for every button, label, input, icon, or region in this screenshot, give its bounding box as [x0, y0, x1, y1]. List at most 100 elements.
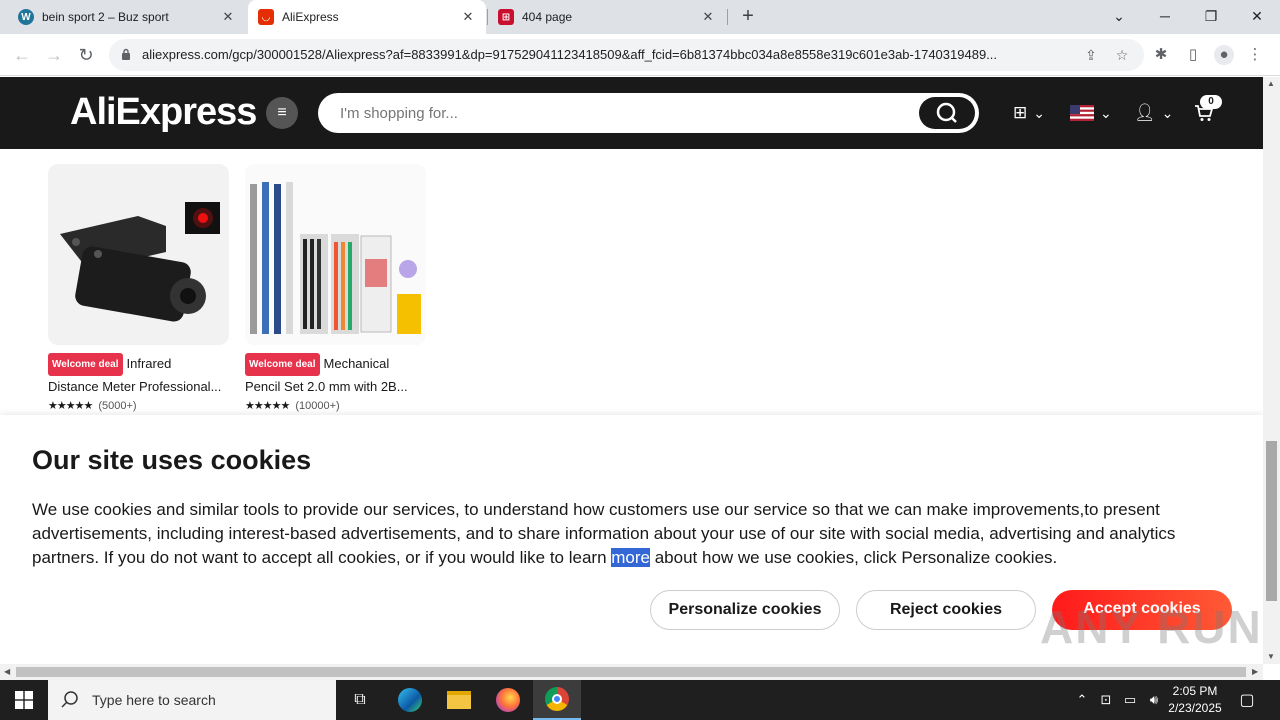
- product-image[interactable]: [245, 164, 426, 345]
- aliexpress-icon: ◡: [258, 9, 274, 25]
- product-rating: ★★★★★ (10000+): [245, 399, 426, 412]
- clock[interactable]: 2:05 PM 2/23/2025: [1162, 683, 1228, 717]
- taskbar-search-placeholder: Type here to search: [92, 692, 216, 708]
- site-header: AliExpress ≡ ⊞ ⌄ ⌄ 👤︎ ⌄ 0: [0, 77, 1263, 149]
- start-button[interactable]: [0, 680, 48, 720]
- tab-search-icon[interactable]: ⌄: [1096, 0, 1142, 32]
- anyrun-watermark: ANY RUN: [1040, 601, 1263, 653]
- star-rating-icon: ★★★★★: [48, 400, 93, 412]
- windows-taskbar: Type here to search ⧉ ⌃ ⊡ ▭ 🔊︎ 2:05 PM 2…: [0, 680, 1280, 720]
- scrollbar-thumb[interactable]: [1266, 441, 1277, 601]
- taskbar-search-box[interactable]: Type here to search: [48, 680, 336, 720]
- display-icon[interactable]: ▭: [1120, 692, 1140, 708]
- search-icon: [61, 691, 78, 708]
- firefox-icon: [496, 688, 520, 712]
- edge-app[interactable]: [386, 680, 434, 720]
- scroll-down-icon[interactable]: ▼: [1267, 652, 1275, 661]
- scroll-up-icon[interactable]: ▲: [1267, 79, 1275, 88]
- cart-icon: ⊞: [498, 9, 514, 25]
- search-button[interactable]: [919, 97, 975, 129]
- learn-more-link[interactable]: more: [611, 548, 650, 567]
- scroll-left-icon[interactable]: ◀: [4, 667, 10, 676]
- browser-toolbar: ← → ↻ aliexpress.com/gcp/300001528/Aliex…: [0, 34, 1280, 76]
- folder-icon: [447, 691, 471, 709]
- chrome-icon: [545, 687, 569, 711]
- search-input[interactable]: [340, 101, 900, 125]
- horizontal-scrollbar[interactable]: ◀ ▶: [0, 664, 1263, 680]
- window-close-icon[interactable]: ✕: [1234, 0, 1280, 32]
- url-text: aliexpress.com/gcp/300001528/Aliexpress?…: [142, 47, 998, 62]
- product-card[interactable]: Welcome deal Mechanical Pencil Set 2.0 mm…: [245, 164, 426, 412]
- notification-icon: ▢: [1239, 692, 1255, 709]
- more-menu-icon[interactable]: ⋮: [1245, 45, 1265, 65]
- tab-title: AliExpress: [282, 10, 339, 24]
- cart-count-badge: 0: [1200, 95, 1222, 109]
- reject-cookies-button[interactable]: Reject cookies: [856, 590, 1036, 630]
- restore-icon[interactable]: ❐: [1188, 0, 1234, 32]
- chevron-down-icon: ⌄: [1033, 104, 1045, 121]
- review-count: (5000+): [98, 400, 137, 412]
- address-bar[interactable]: aliexpress.com/gcp/300001528/Aliexpress?…: [109, 39, 1144, 71]
- cookie-title: Our site uses cookies: [32, 445, 312, 475]
- vertical-scrollbar[interactable]: ▲ ▼: [1263, 77, 1280, 664]
- volume-icon[interactable]: 🔊︎: [1144, 692, 1164, 708]
- tab-strip: W bein sport 2 – Buz sport ✕ ◡ AliExpres…: [0, 0, 1280, 34]
- clock-date: 2/23/2025: [1168, 701, 1222, 715]
- menu-icon[interactable]: ≡: [266, 97, 298, 129]
- aliexpress-logo[interactable]: AliExpress: [70, 91, 257, 134]
- close-icon[interactable]: ✕: [700, 9, 716, 25]
- new-tab-button[interactable]: +: [737, 5, 759, 27]
- reload-icon[interactable]: ↻: [74, 43, 98, 67]
- task-view-button[interactable]: ⧉: [336, 680, 384, 720]
- qr-code-icon: ⊞: [1013, 103, 1028, 122]
- wordpress-icon: W: [18, 9, 34, 25]
- chrome-app[interactable]: [533, 680, 581, 720]
- minimize-icon[interactable]: ─: [1142, 0, 1188, 32]
- tab-title: bein sport 2 – Buz sport: [42, 10, 169, 24]
- account-button[interactable]: 👤︎ ⌄: [1134, 101, 1173, 125]
- task-view-icon: ⧉: [354, 691, 366, 708]
- forward-arrow-icon[interactable]: →: [42, 43, 66, 67]
- tab-404-page[interactable]: ⊞ 404 page ✕: [488, 0, 726, 34]
- product-title-line2: Pencil Set 2.0 mm with 2B...: [245, 379, 408, 394]
- app-qr-button[interactable]: ⊞ ⌄: [1013, 101, 1045, 125]
- product-title[interactable]: Welcome deal Mechanical Pencil Set 2.0 mm…: [245, 353, 426, 397]
- notifications-button[interactable]: ▢: [1232, 680, 1262, 720]
- pencil-set-image: [245, 164, 426, 345]
- firefox-app[interactable]: [484, 680, 532, 720]
- profile-icon[interactable]: ●: [1214, 45, 1234, 65]
- back-arrow-icon[interactable]: ←: [10, 43, 34, 67]
- share-icon[interactable]: ⇪: [1081, 45, 1101, 65]
- file-explorer-app[interactable]: [435, 680, 483, 720]
- bookmark-star-icon[interactable]: ☆: [1112, 45, 1132, 65]
- network-icon[interactable]: ⊡: [1096, 692, 1116, 708]
- scrollbar-thumb[interactable]: [16, 667, 1246, 677]
- laser-sight-image: [60, 202, 220, 322]
- user-icon: 👤︎: [1134, 103, 1156, 122]
- us-flag-icon: [1070, 105, 1094, 121]
- product-rating: ★★★★★ (5000+): [48, 399, 229, 412]
- chevron-down-icon: ⌄: [1100, 104, 1112, 121]
- clock-time: 2:05 PM: [1172, 684, 1218, 698]
- product-card[interactable]: Welcome deal Infrared Distance Meter Prof…: [48, 164, 229, 412]
- product-title-line1: Infrared: [126, 356, 172, 371]
- country-selector[interactable]: ⌄: [1070, 101, 1112, 125]
- lock-icon: [122, 48, 130, 60]
- product-image[interactable]: [48, 164, 229, 345]
- system-tray: ⌃ ⊡ ▭ 🔊︎: [1068, 680, 1164, 720]
- side-panel-icon[interactable]: ▯: [1183, 45, 1203, 65]
- chevron-up-icon[interactable]: ⌃: [1072, 692, 1092, 708]
- personalize-cookies-button[interactable]: Personalize cookies: [650, 590, 840, 630]
- close-icon[interactable]: ✕: [220, 9, 236, 25]
- chevron-down-icon: ⌄: [1161, 104, 1174, 121]
- welcome-deal-badge: Welcome deal: [48, 353, 123, 376]
- product-title[interactable]: Welcome deal Infrared Distance Meter Prof…: [48, 353, 229, 397]
- tab-bein-sport[interactable]: W bein sport 2 – Buz sport ✕: [8, 0, 246, 34]
- tab-title: 404 page: [522, 10, 573, 24]
- tab-aliexpress[interactable]: ◡ AliExpress ✕: [248, 0, 486, 34]
- cookie-description: We use cookies and similar tools to prov…: [32, 498, 1222, 570]
- close-icon[interactable]: ✕: [460, 9, 476, 25]
- scroll-right-icon[interactable]: ▶: [1252, 667, 1258, 676]
- extensions-icon[interactable]: ✱: [1151, 45, 1171, 65]
- edge-icon: [398, 688, 422, 712]
